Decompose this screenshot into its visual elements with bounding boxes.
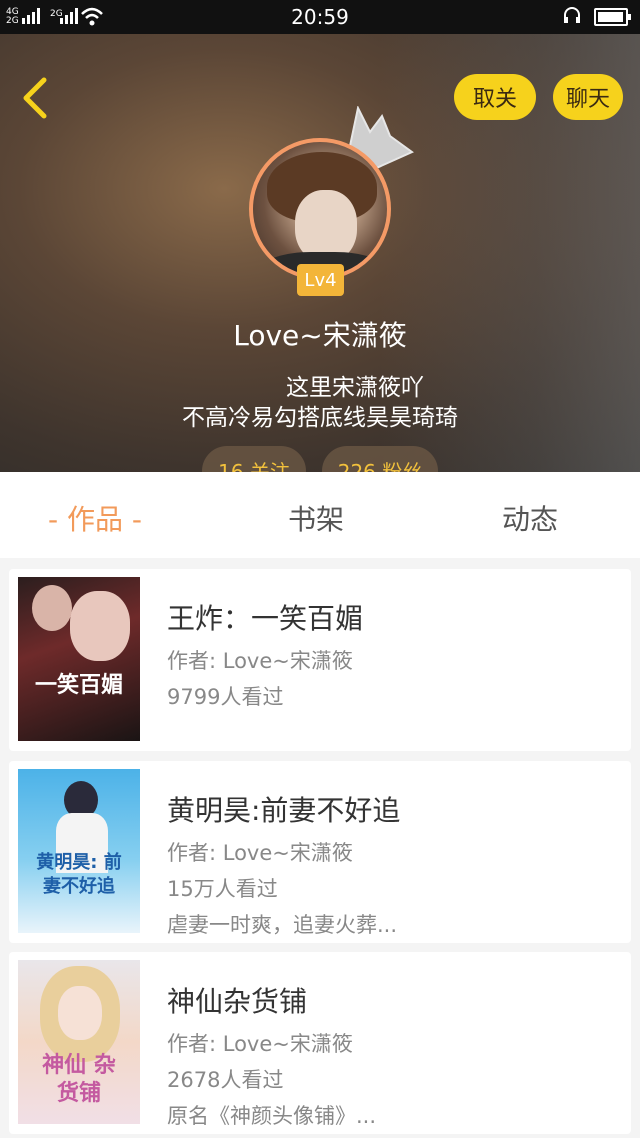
bio-line-1: 这里宋潇筱吖	[286, 375, 424, 401]
book-card[interactable]: 神仙 杂货铺 神仙杂货铺 作者: Love~宋潇筱 2678人看过 原名《神颜头…	[9, 952, 631, 1134]
headset-icon	[562, 6, 582, 30]
unfollow-button[interactable]: 取关	[454, 74, 536, 120]
book-author: 作者: Love~宋潇筱	[167, 649, 353, 673]
book-cover-image: 一笑百媚	[18, 577, 140, 741]
tab-works[interactable]: - 作品 -	[48, 498, 142, 538]
status-bar: 4G 2G 2G 20:59	[0, 0, 640, 34]
username: Love~宋潇筱	[233, 319, 407, 352]
avatar[interactable]	[249, 138, 391, 280]
tab-bookshelf[interactable]: 书架	[288, 498, 344, 538]
book-views: 9799人看过	[167, 685, 284, 709]
book-views: 2678人看过	[167, 1068, 284, 1092]
back-arrow-icon[interactable]	[18, 76, 52, 120]
profile-header: 取关 聊天 Lv4 Love~宋潇筱 这里宋潇筱吖 不高冷易勾搭底线昊昊琦琦 1…	[0, 0, 640, 472]
chat-button[interactable]: 聊天	[553, 74, 623, 120]
book-views: 15万人看过	[167, 877, 278, 901]
book-author: 作者: Love~宋潇筱	[167, 841, 353, 865]
following-count[interactable]: 16 关注	[202, 446, 306, 472]
clock: 20:59	[291, 5, 349, 29]
tab-feed[interactable]: 动态	[502, 498, 558, 538]
fans-count[interactable]: 226 粉丝	[322, 446, 438, 472]
book-cover-image: 黄明昊: 前妻不好追	[18, 769, 140, 933]
book-title: 神仙杂货铺	[167, 985, 308, 1018]
level-badge: Lv4	[297, 264, 344, 296]
book-description: 虐妻一时爽，追妻火葬...	[167, 913, 398, 937]
book-title: 黄明昊:前妻不好追	[167, 794, 401, 827]
book-card[interactable]: 黄明昊: 前妻不好追 黄明昊:前妻不好追 作者: Love~宋潇筱 15万人看过…	[9, 761, 631, 943]
book-cover-image: 神仙 杂货铺	[18, 960, 140, 1124]
book-description: 原名《神颜头像铺》...	[167, 1104, 377, 1128]
book-card[interactable]: 一笑百媚 王炸：一笑百媚 作者: Love~宋潇筱 9799人看过	[9, 569, 631, 751]
book-author: 作者: Love~宋潇筱	[167, 1032, 353, 1056]
battery-icon	[594, 8, 631, 26]
bio-line-2: 不高冷易勾搭底线昊昊琦琦	[182, 405, 458, 431]
book-title: 王炸：一笑百媚	[167, 602, 364, 635]
profile-tabs: - 作品 - 书架 动态	[0, 472, 640, 558]
